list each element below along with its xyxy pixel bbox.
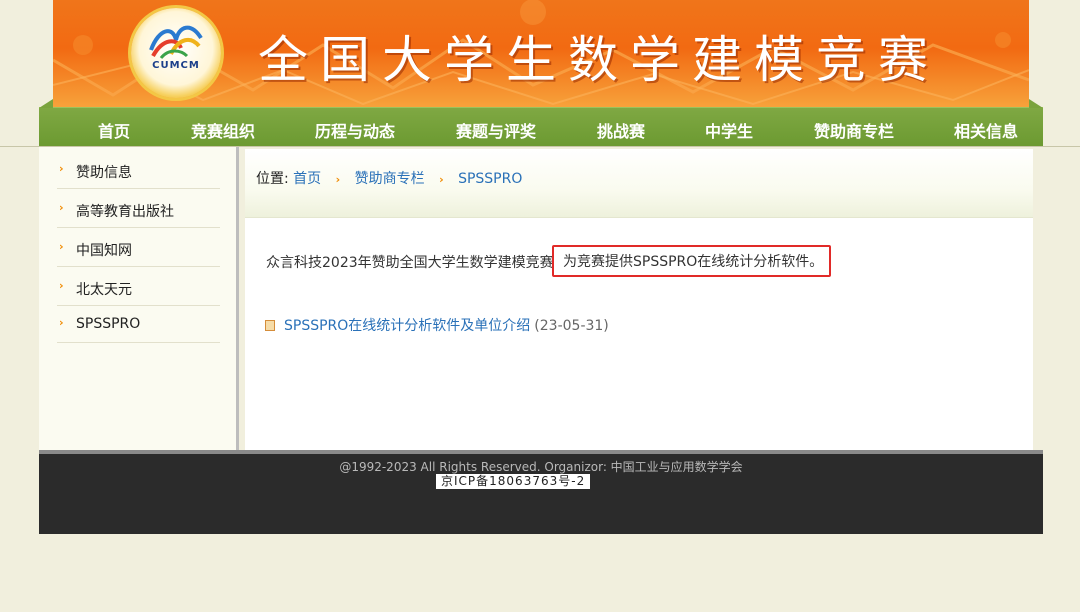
list-item: SPSSPRO在线统计分析软件及单位介绍 (23-05-31) [265, 315, 609, 335]
intro-highlight-text: 为竞赛提供SPSSPRO在线统计分析软件。 [552, 245, 832, 277]
sidebar-item-label: 高等教育出版社 [76, 204, 174, 220]
chevron-right-icon: › [59, 201, 64, 214]
nav-item-problems-awards[interactable]: 赛题与评奖 [456, 118, 536, 142]
nav-edge-left [39, 99, 53, 108]
nav-item-sponsors[interactable]: 赞助商专栏 [814, 118, 894, 142]
nav-item-related-info[interactable]: 相关信息 [954, 118, 1018, 142]
chevron-right-icon: › [59, 240, 64, 253]
chevron-right-icon: › [59, 279, 64, 292]
breadcrumb-home-link[interactable]: 首页 [293, 171, 321, 187]
copyright-text: @1992-2023 All Rights Reserved. Organizo… [339, 460, 743, 474]
nav-item-home[interactable]: 首页 [98, 118, 130, 142]
sidebar-item-label: SPSSPRO [76, 316, 141, 332]
nav-item-competition-org[interactable]: 竞赛组织 [191, 118, 255, 142]
article-date: (23-05-31) [534, 318, 609, 334]
sidebar-item-spsspro[interactable]: › SPSSPRO [57, 304, 220, 343]
sidebar-item-sponsor-info[interactable]: › 赞助信息 [57, 150, 220, 189]
breadcrumb-sponsors-link[interactable]: 赞助商专栏 [355, 171, 425, 187]
nav-item-challenge[interactable]: 挑战赛 [597, 118, 645, 142]
icp-license-link[interactable]: 京ICP备18063763号-2 [436, 474, 591, 489]
chevron-right-icon: › [439, 173, 444, 186]
sidebar-item-label: 赞助信息 [76, 165, 132, 181]
chevron-right-icon: › [59, 162, 64, 175]
main-nav: 首页 竞赛组织 历程与动态 赛题与评奖 挑战赛 中学生 赞助商专栏 相关信息 [39, 99, 1043, 146]
document-icon [265, 320, 275, 331]
intro-text: 众言科技2023年赞助全国大学生数学建模竞赛 [266, 255, 554, 271]
breadcrumb-spsspro-link[interactable]: SPSSPRO [458, 171, 522, 187]
nav-item-history-news[interactable]: 历程与动态 [315, 118, 395, 142]
sidebar-item-label: 北太天元 [76, 282, 132, 298]
article-link[interactable]: SPSSPRO在线统计分析软件及单位介绍 [284, 318, 530, 334]
nav-item-high-school[interactable]: 中学生 [705, 118, 753, 142]
sidebar-item-cnki[interactable]: › 中国知网 [57, 228, 220, 267]
chevron-right-icon: › [59, 316, 64, 329]
sidebar-item-beitaitianyuan[interactable]: › 北太天元 [57, 267, 220, 306]
header-banner: CUMCM 全国大学生数学建模竞赛 [53, 0, 1029, 107]
breadcrumb: 位置: 首页 › 赞助商专栏 › SPSSPRO [256, 168, 522, 188]
footer: @1992-2023 All Rights Reserved. Organizo… [39, 450, 1043, 534]
nav-edge-right [1029, 99, 1043, 108]
logo-swoosh-icon [149, 25, 203, 60]
sidebar-item-higher-education-press[interactable]: › 高等教育出版社 [57, 189, 220, 228]
sidebar-item-label: 中国知网 [76, 243, 132, 259]
logo-text: CUMCM [152, 60, 200, 71]
chevron-right-icon: › [335, 173, 341, 186]
cumcm-logo[interactable]: CUMCM [131, 8, 221, 98]
main-content: 位置: 首页 › 赞助商专栏 › SPSSPRO 众言科技2023年赞助全国大学… [245, 149, 1033, 450]
breadcrumb-area: 位置: 首页 › 赞助商专栏 › SPSSPRO [245, 149, 1033, 218]
sidebar: › 赞助信息 › 高等教育出版社 › 中国知网 › 北太天元 › SPSSPRO [39, 147, 239, 450]
breadcrumb-prefix: 位置: [256, 171, 289, 187]
site-title: 全国大学生数学建模竞赛 [258, 31, 940, 89]
